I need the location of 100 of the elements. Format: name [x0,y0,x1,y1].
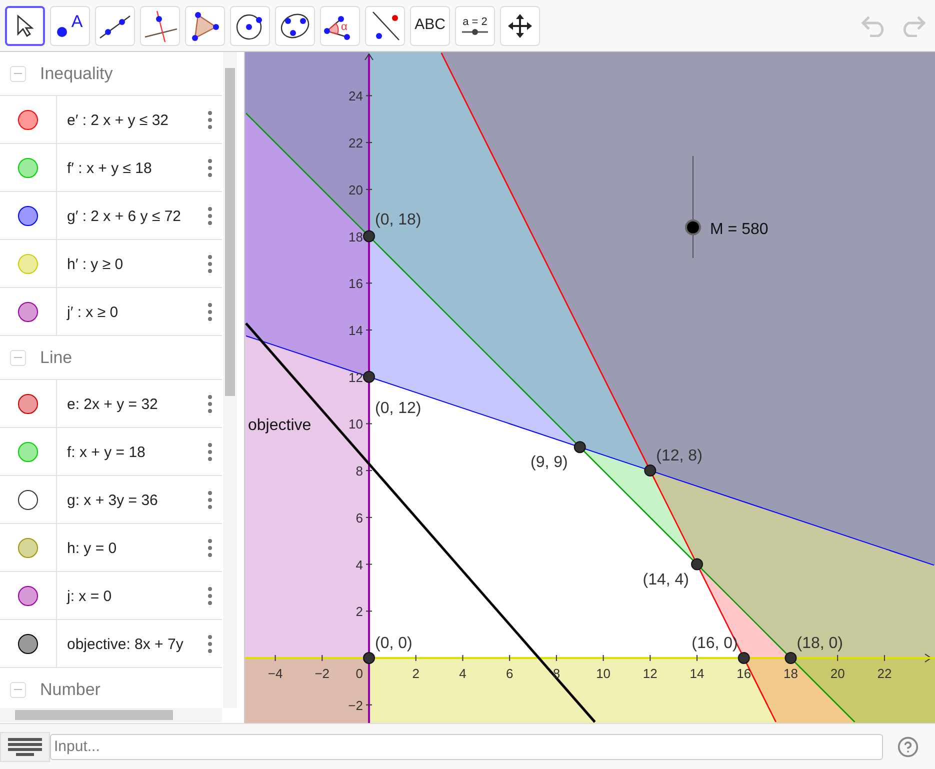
intersection-point[interactable] [574,441,586,454]
keyboard-button[interactable] [0,732,50,762]
intersection-point[interactable] [363,230,375,242]
y-tick-label: 22 [348,136,363,151]
visibility-toggle[interactable] [18,538,38,558]
scrollbar-thumb[interactable] [15,710,173,720]
vertical-scrollbar[interactable] [223,52,237,708]
origin-label: 0 [356,666,363,681]
y-tick-label: 8 [356,464,363,479]
x-tick-label: 12 [642,666,658,681]
move-arrows-icon [507,12,533,38]
more-options-icon[interactable] [208,254,212,272]
visibility-toggle[interactable] [18,302,38,322]
point-label: (0, 12) [375,400,422,417]
algebra-expression[interactable]: f: x + y = 18 [67,438,204,465]
input-field[interactable]: Input... [50,734,883,760]
visibility-toggle[interactable] [18,442,38,462]
algebra-expression[interactable]: j: x = 0 [67,582,204,609]
y-tick-label: −2 [348,698,363,713]
slider-tool-label: a = 2 [462,16,488,28]
tool-button[interactable]: ABC [410,6,450,46]
point-label: A [71,12,83,30]
horizontal-scrollbar[interactable] [0,708,222,722]
slider-thumb[interactable] [685,219,701,236]
more-options-icon[interactable] [208,442,212,460]
boundary-line[interactable] [246,112,856,722]
more-options-icon[interactable] [208,110,212,128]
angle-symbol: α [341,20,348,34]
scrollbar-thumb[interactable] [225,68,235,396]
intersection-point[interactable] [363,652,375,664]
intersection-point[interactable] [644,464,656,477]
y-tick-label: 2 [356,604,363,620]
point-label: (9, 9) [530,454,568,472]
group-header: Number [40,678,100,701]
more-options-icon[interactable] [208,586,212,604]
algebra-expression[interactable]: e′ : 2 x + y ≤ 32 [67,106,204,133]
collapse-toggle[interactable] [10,350,26,366]
help-icon[interactable] [897,736,919,758]
point-label: (14, 4) [642,571,690,588]
more-options-icon[interactable] [208,538,212,556]
visibility-toggle[interactable] [18,490,38,510]
x-tick-label: 22 [877,666,892,681]
algebra-expression[interactable]: j′ : x ≥ 0 [67,298,204,325]
arrow-cursor-icon [15,14,35,38]
algebra-expression[interactable]: g: x + 3y = 36 [67,486,204,513]
slider-icon [462,28,488,36]
point-label: (18, 0) [796,635,843,652]
visibility-toggle[interactable] [18,110,38,130]
visibility-toggle[interactable] [18,206,38,226]
point-label: (16, 0) [692,635,738,652]
more-options-icon[interactable] [208,394,212,412]
y-tick-label: 14 [348,322,363,338]
more-options-icon[interactable] [208,634,212,652]
triangle-icon [190,10,220,40]
x-tick-label: 16 [736,666,752,681]
y-tick-label: 10 [348,416,363,432]
y-tick-label: 6 [356,510,363,526]
line-label: objective [248,417,312,434]
visibility-toggle[interactable] [18,394,38,414]
slider-value-label: M = 580 [710,221,768,238]
intersection-point[interactable] [691,558,704,570]
algebra-expression[interactable]: g′ : 2 x + 6 y ≤ 72 [67,202,204,229]
y-tick-label: 24 [348,88,363,104]
more-options-icon[interactable] [208,302,212,320]
visibility-toggle[interactable] [18,634,38,654]
x-tick-label: 10 [596,666,611,681]
algebra-expression[interactable]: f′ : x + y ≤ 18 [67,154,204,181]
visibility-toggle[interactable] [18,586,38,606]
collapse-toggle[interactable] [10,66,26,82]
tool-button[interactable]: A [50,6,90,46]
collapse-toggle[interactable] [10,682,26,698]
keyboard-icon [8,738,42,756]
tool-button[interactable]: a = 2 [455,6,495,46]
x-tick-label: 4 [459,666,466,681]
intersection-point[interactable] [738,652,750,664]
algebra-expression[interactable]: h′ : y ≥ 0 [67,250,204,277]
more-options-icon[interactable] [208,206,212,224]
group-header: Inequality [40,62,113,85]
y-tick-label: 12 [348,370,363,385]
algebra-expression[interactable]: h: y = 0 [67,534,204,561]
algebra-expression[interactable]: objective: 8x + 7y [67,630,204,657]
algebra-expression[interactable]: e: 2x + y = 32 [67,390,204,417]
y-tick-label: 4 [356,557,363,572]
more-options-icon[interactable] [208,158,212,176]
y-tick-label: 16 [348,276,363,292]
intersection-point[interactable] [363,370,375,383]
text-tool-label: ABC [414,15,446,36]
visibility-toggle[interactable] [18,158,38,178]
point-icon [57,26,68,36]
tool-button[interactable]: α [320,6,360,46]
tool-button[interactable] [5,6,45,46]
objective-line[interactable] [245,322,596,723]
point-label: (0, 0) [375,635,412,652]
x-tick-label: 14 [690,666,704,681]
perpendicular-line-icon [143,8,177,42]
x-tick-label: 20 [830,666,845,681]
point-label: (0, 18) [375,211,422,228]
intersection-point[interactable] [784,652,797,664]
x-tick-label: −4 [268,666,283,681]
more-options-icon[interactable] [208,490,212,508]
